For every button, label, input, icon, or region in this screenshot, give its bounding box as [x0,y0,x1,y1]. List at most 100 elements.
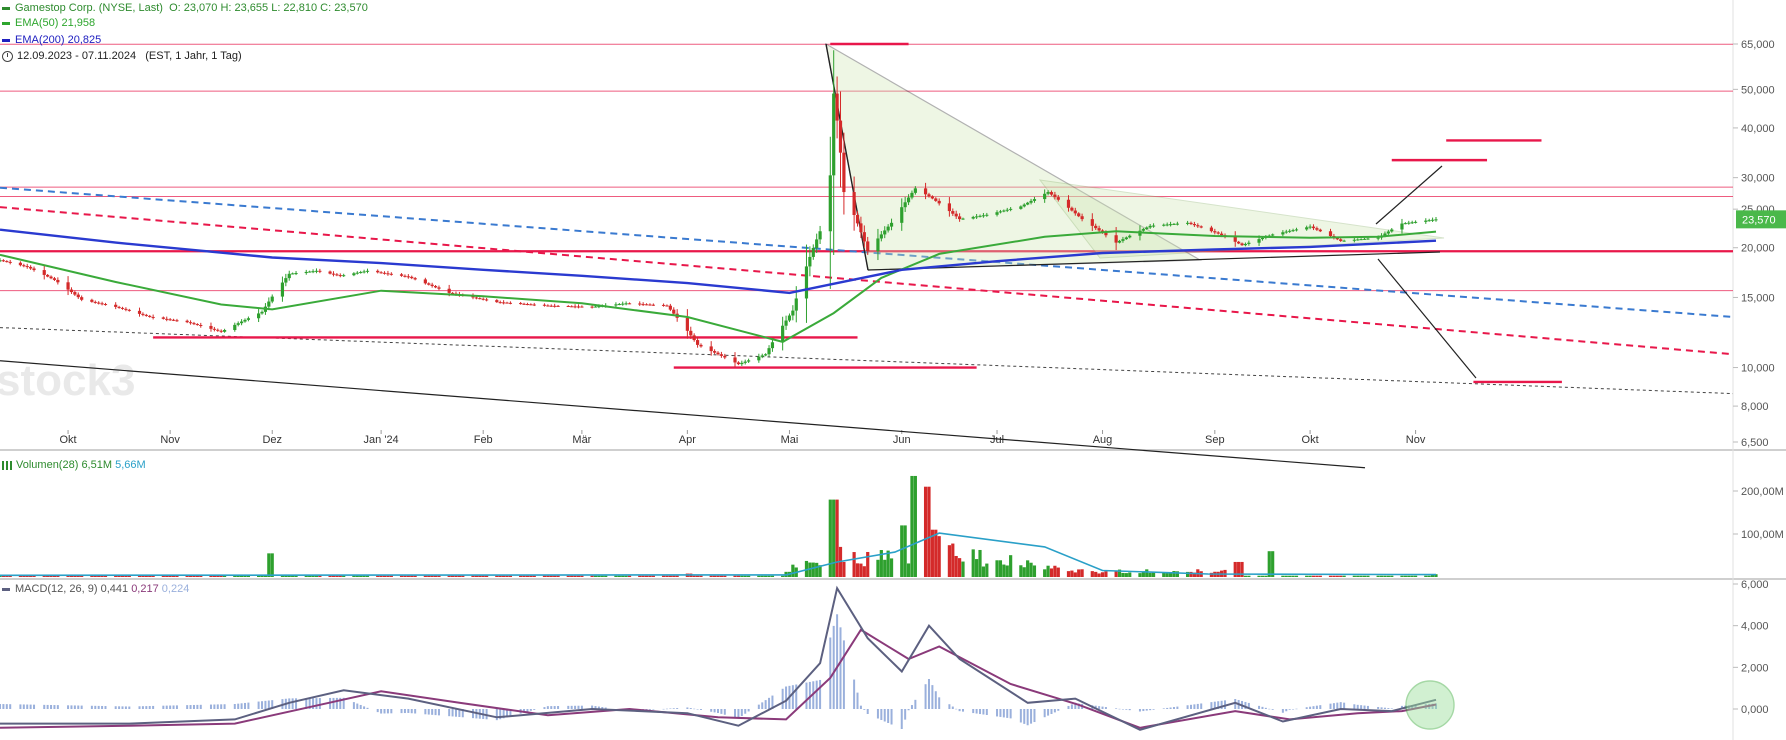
y-tick-label: 40,000 [1741,123,1775,135]
volume-bar [1332,575,1336,577]
candle-body [66,282,70,290]
macd-histogram-bar [1336,702,1339,709]
candle-body [1209,227,1214,232]
candle-body [913,188,917,193]
ema50-label: EMA(50) [15,17,59,29]
candle-body [770,342,775,349]
candle-body [740,362,744,365]
candle-body [335,274,339,276]
volume-bar [614,575,618,577]
volume-bar [934,529,938,577]
volume-bar [1352,575,1356,577]
candle-body [90,299,94,302]
macd-histogram-bar [359,704,362,709]
macd-histogram-bar [853,679,856,709]
volume-bar [961,561,965,577]
candle-body [1199,226,1203,228]
macd-histogram-bar [1186,705,1189,709]
macd-histogram-bar [400,709,403,714]
candle-body [879,234,883,239]
macd-tick-label: 2,000 [1741,662,1769,674]
volume-label: Volumen(28) [16,459,79,471]
macd-histogram-bar [1390,708,1393,709]
macd-histogram-bar [424,709,427,715]
volume-bar [1342,575,1346,577]
volume-bar [913,475,917,577]
candle-body [120,307,125,309]
volume-bar [508,575,513,577]
macd-histogram-bar [1258,705,1261,709]
macd-histogram-bar [887,709,890,723]
macd-histogram-bar [696,709,699,710]
volume-bar [532,575,536,577]
candle-body [815,239,819,248]
volume-bar [525,575,530,577]
volume-bar [903,525,907,577]
macd-histogram-bar [740,709,743,716]
candle-body [318,270,322,272]
chart-canvas[interactable]: stock365,00050,00040,00030,00025,00020,0… [0,0,1786,740]
macd-histogram-bar [1264,707,1267,709]
macd-histogram-bar [90,705,93,709]
volume-bar [1362,575,1367,577]
candle-body [1359,239,1363,241]
candle-body [410,276,414,279]
legend-instrument: Gamestop Corp. (NYSE, Last) O: 23,070 H:… [2,2,368,14]
candle-body [648,304,652,306]
candle-body [794,298,798,311]
volume-bar [454,575,458,577]
macd-histogram-bar [996,709,999,717]
macd-histogram-bar [1339,702,1342,709]
macd-histogram-bar [910,705,913,709]
macd-histogram-bar [1356,704,1359,709]
macd-histogram-bar [553,706,556,709]
macd-histogram-bar [1118,708,1121,710]
macd-histogram-bar [434,709,437,716]
candle-body [199,325,203,327]
macd-histogram-bar [938,697,941,709]
volume-bar [556,575,560,577]
candle-body [151,316,155,318]
candle-body [1257,239,1261,243]
candle-body [1073,210,1077,214]
volume-bar [937,536,941,577]
candle-body [910,192,914,198]
macd-histogram-bar [427,709,430,715]
volume-bar [485,575,489,577]
macd-histogram-bar [1292,709,1295,710]
candle-body [433,286,438,288]
volume-bar [461,575,465,577]
candle-body [1366,238,1370,240]
macd-histogram-bar [550,706,553,709]
macd-histogram-bar [1172,707,1175,709]
volume-bar [1026,560,1030,577]
candle-body [168,319,172,321]
volume-bar [502,575,506,577]
candle-body [971,216,975,219]
macd-histogram-bar [70,705,73,709]
volume-bar [971,549,975,577]
volume-bar [457,575,461,577]
macd-histogram-bar [880,709,883,720]
candle-body [1294,229,1299,231]
volume-bar [699,575,703,577]
candle-body [1032,199,1037,201]
candle-body [838,120,843,153]
candle-body [1066,199,1071,208]
candle-body [270,296,274,302]
date-range: 12.09.2023 - 07.11.2024 [17,50,137,62]
candle-body [709,346,713,352]
volume-bar [624,575,628,577]
macd-histogram-bar [1070,704,1073,709]
macd-histogram-bar [863,709,866,710]
candle-body [505,302,509,304]
ema50-value: 21,958 [61,17,96,29]
macd-histogram-bar [1125,709,1128,710]
macd-histogram-bar [781,688,784,709]
macd-histogram-bar [1319,705,1322,709]
volume-bar [835,499,839,577]
candle-body [719,354,724,356]
macd-histogram-bar [264,700,267,709]
macd-histogram-bar [1002,709,1005,718]
volume-bar [1029,562,1033,577]
